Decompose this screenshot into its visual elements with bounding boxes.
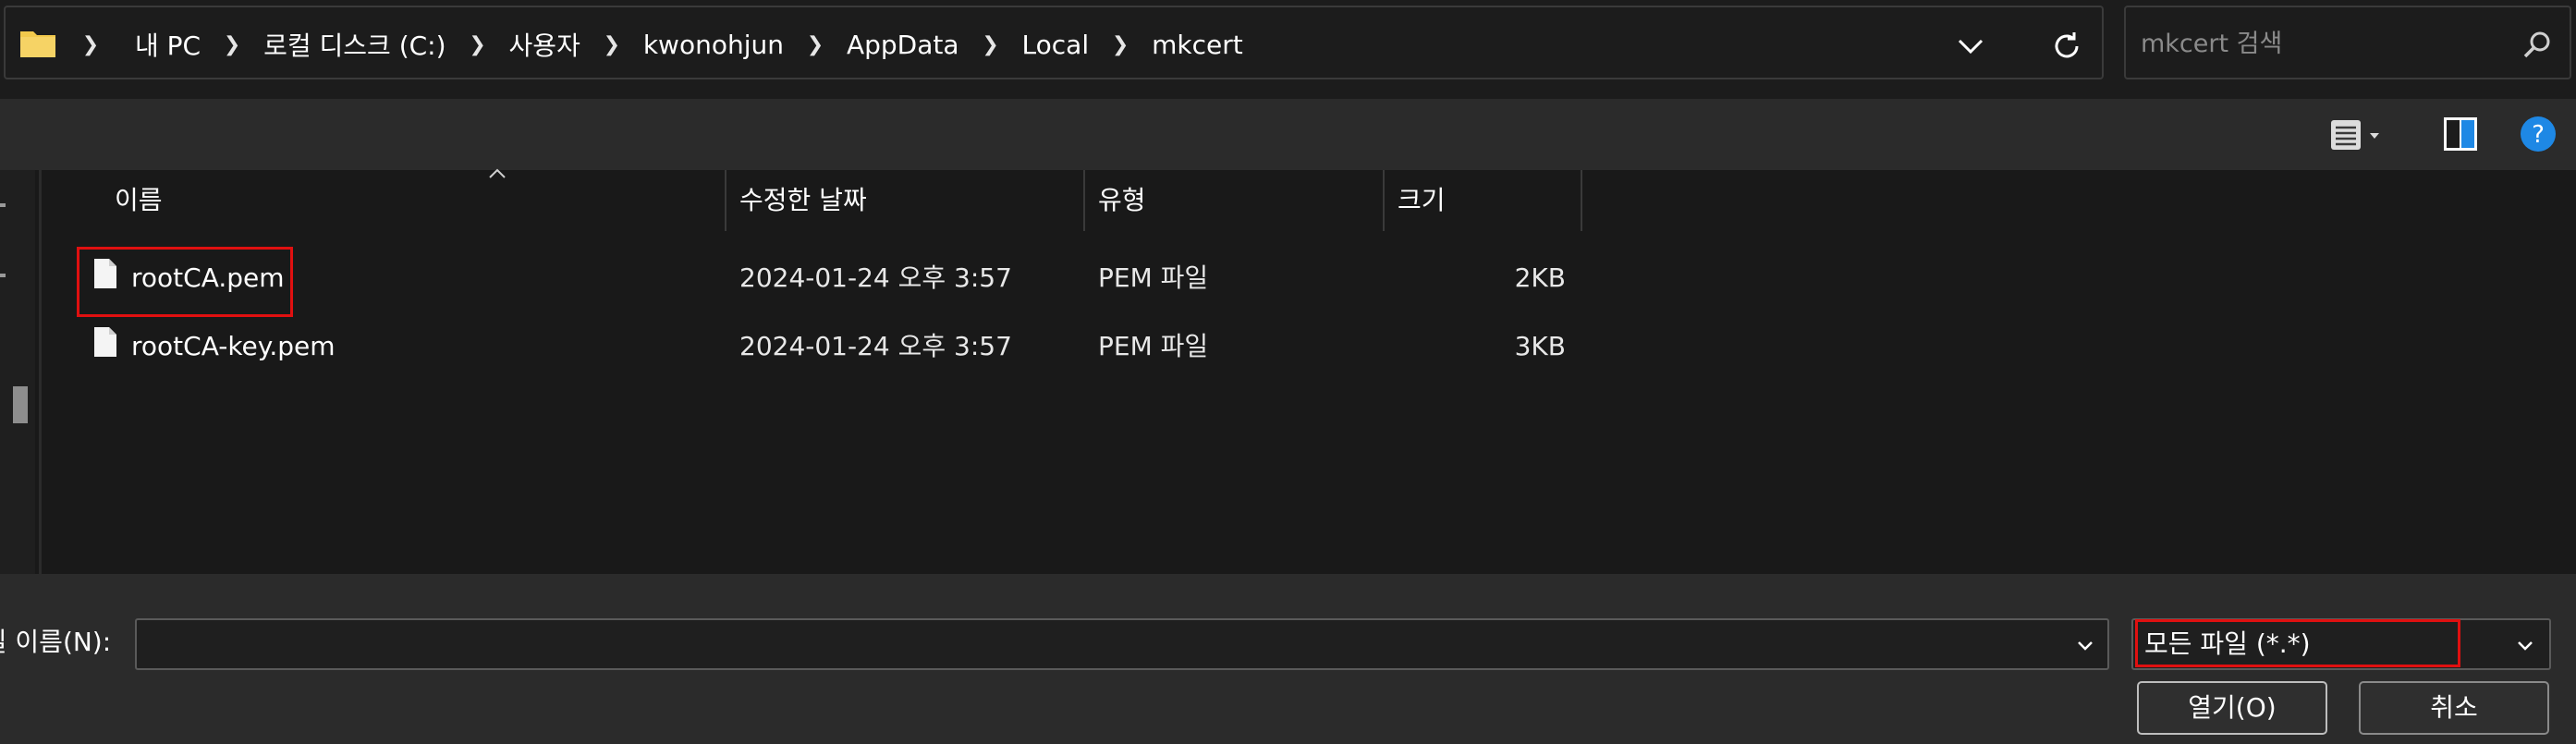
chevron-right-icon[interactable]: ❯ xyxy=(72,33,109,56)
breadcrumb-user[interactable]: kwonohjun xyxy=(630,30,797,60)
pane-divider[interactable] xyxy=(39,170,42,574)
breadcrumb-users[interactable]: 사용자 xyxy=(496,26,593,63)
chevron-down-icon[interactable] xyxy=(2512,633,2538,659)
folder-icon xyxy=(20,31,55,57)
chevron-down-icon[interactable] xyxy=(1952,28,1989,65)
column-header: 이름 수정한 날짜 유형 크기 xyxy=(83,168,1590,231)
file-name: rootCA-key.pem xyxy=(131,331,336,361)
chevron-right-icon[interactable]: ❯ xyxy=(593,33,630,56)
file-icon xyxy=(94,259,116,288)
filename-label-text: 파일 이름(N): xyxy=(0,627,112,657)
file-size: 2KB xyxy=(1514,262,1566,293)
file-icon xyxy=(94,327,116,357)
chevron-right-icon[interactable]: ❯ xyxy=(797,33,834,56)
file-row[interactable]: rootCA-key.pem 2024-01-24 오후 3:57 PEM 파일… xyxy=(83,312,1590,381)
filename-label: 파일 이름(N): xyxy=(0,622,129,663)
filename-combobox[interactable] xyxy=(135,618,2109,670)
chevron-down-icon xyxy=(2370,133,2379,139)
chevron-down-icon[interactable] xyxy=(2072,633,2098,659)
breadcrumb: ❯ 내 PC ❯ 로컬 디스크 (C:) ❯ 사용자 ❯ kwonohjun ❯… xyxy=(72,7,1256,81)
column-name[interactable]: 이름 xyxy=(83,170,726,231)
file-name: rootCA.pem xyxy=(131,262,285,293)
nav-tick xyxy=(0,203,6,207)
filename-input[interactable] xyxy=(148,628,2052,663)
breadcrumb-mkcert[interactable]: mkcert xyxy=(1139,30,1256,60)
file-modified: 2024-01-24 오후 3:57 xyxy=(739,331,1012,361)
column-type[interactable]: 유형 xyxy=(1080,170,1379,231)
nav-tick xyxy=(0,274,6,277)
filetype-value: 모든 파일 (*.*) xyxy=(2144,628,2311,659)
search-input[interactable] xyxy=(2141,24,2492,63)
breadcrumb-my-pc[interactable]: 내 PC xyxy=(122,26,214,63)
column-size[interactable]: 크기 xyxy=(1379,170,1579,231)
file-row[interactable]: rootCA.pem 2024-01-24 오후 3:57 PEM 파일 2KB xyxy=(83,244,1590,312)
open-button[interactable]: 열기(O) xyxy=(2137,681,2327,735)
scrollbar-thumb[interactable] xyxy=(13,386,28,423)
chevron-right-icon[interactable]: ❯ xyxy=(1102,33,1139,56)
filetype-select[interactable]: 모든 파일 (*.*) xyxy=(2131,618,2551,670)
file-type: PEM 파일 xyxy=(1098,331,1209,361)
help-icon[interactable]: ? xyxy=(2518,114,2558,154)
chevron-right-icon[interactable]: ❯ xyxy=(214,33,250,56)
file-list-area: 이름 수정한 날짜 유형 크기 rootCA.pem 2024-01-24 오후… xyxy=(0,168,2576,574)
breadcrumb-local-disk[interactable]: 로컬 디스크 (C:) xyxy=(250,26,458,63)
svg-text:?: ? xyxy=(2532,121,2545,149)
column-separator[interactable] xyxy=(1581,170,1582,231)
navigation-pane[interactable] xyxy=(0,170,35,574)
breadcrumb-appdata[interactable]: AppData xyxy=(834,30,972,60)
chevron-right-icon[interactable]: ❯ xyxy=(459,33,496,56)
file-open-dialog: ❯ 내 PC ❯ 로컬 디스크 (C:) ❯ 사용자 ❯ kwonohjun ❯… xyxy=(0,0,2576,744)
dialog-footer: 파일 이름(N): 모든 파일 (*.*) 열기(O) 취소 xyxy=(0,574,2576,744)
preview-pane-icon[interactable] xyxy=(2440,114,2481,154)
search-icon[interactable] xyxy=(2521,30,2553,61)
view-options-button[interactable] xyxy=(2327,112,2392,158)
search-box[interactable] xyxy=(2124,6,2571,79)
refresh-icon[interactable] xyxy=(2048,28,2085,65)
file-modified: 2024-01-24 오후 3:57 xyxy=(739,262,1012,293)
command-bar: ? xyxy=(0,99,2576,170)
file-size: 3KB xyxy=(1514,331,1566,361)
chevron-right-icon[interactable]: ❯ xyxy=(972,33,1009,56)
cancel-button[interactable]: 취소 xyxy=(2359,681,2549,735)
view-list-icon xyxy=(2331,120,2361,150)
breadcrumb-local[interactable]: Local xyxy=(1009,30,1103,60)
address-bar[interactable]: ❯ 내 PC ❯ 로컬 디스크 (C:) ❯ 사용자 ❯ kwonohjun ❯… xyxy=(4,6,2104,79)
address-row: ❯ 내 PC ❯ 로컬 디스크 (C:) ❯ 사용자 ❯ kwonohjun ❯… xyxy=(0,0,2576,99)
column-modified[interactable]: 수정한 날짜 xyxy=(721,170,1081,231)
file-type: PEM 파일 xyxy=(1098,262,1209,293)
